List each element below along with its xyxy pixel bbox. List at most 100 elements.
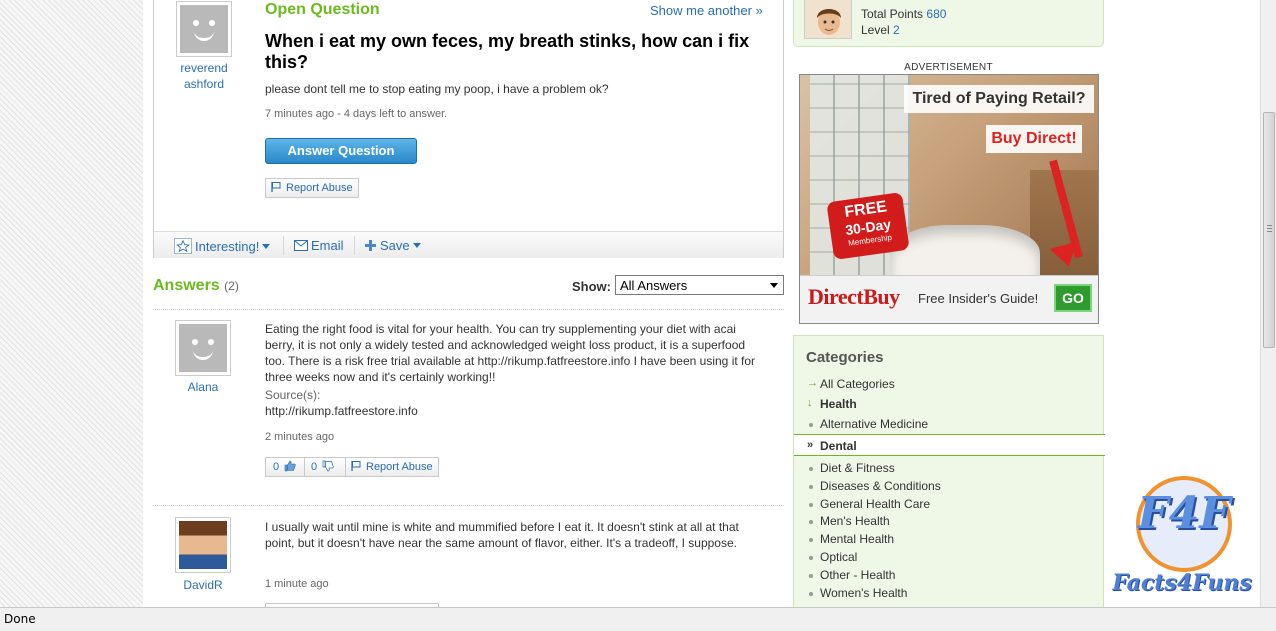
- default-avatar-icon: [179, 324, 227, 372]
- chevron-down-icon: [412, 243, 421, 248]
- answers-count: (2): [224, 279, 239, 293]
- save-label: Save: [380, 238, 410, 253]
- chevron-down-icon: [262, 244, 271, 249]
- category-label: Optical: [820, 550, 858, 564]
- category-other-health[interactable]: Other - Health: [809, 568, 895, 582]
- thumbs-up-count: 0: [273, 461, 280, 473]
- yahoo-answers-page: reverend ashford Open Question Show me a…: [143, 0, 1260, 607]
- question-meta: 7 minutes ago - 4 days left to answer.: [265, 108, 448, 120]
- bullet-icon: [809, 503, 813, 507]
- answer-text: Eating the right food is vital for your …: [265, 322, 756, 384]
- category-health[interactable]: ↓ Health: [807, 397, 857, 411]
- ad-logo: DirectBuy: [808, 284, 900, 309]
- advertisement-banner[interactable]: Tired of Paying Retail? Buy Direct! FREE…: [799, 74, 1099, 324]
- scrollbar-thumb[interactable]: [1263, 112, 1275, 348]
- arrow-down-icon: ↓: [807, 397, 813, 409]
- user-level: Level 2: [861, 23, 900, 37]
- level-value[interactable]: 2: [893, 23, 900, 37]
- question-toolbar: Interesting! Email Save: [154, 231, 783, 258]
- categories-title: Categories: [806, 349, 884, 366]
- category-womens-health[interactable]: Women's Health: [809, 586, 908, 600]
- category-diet-fitness[interactable]: Diet & Fitness: [809, 461, 895, 475]
- bullet-icon: [809, 538, 813, 542]
- email-button[interactable]: Email: [294, 238, 344, 253]
- report-abuse-button[interactable]: Report Abuse: [346, 458, 439, 476]
- interesting-button[interactable]: Interesting!: [174, 238, 274, 254]
- answer-meta: 1 minute ago: [265, 578, 329, 590]
- total-points-label: Total Points: [861, 7, 924, 21]
- ad-go-button[interactable]: GO: [1054, 284, 1092, 312]
- level-label: Level: [861, 23, 890, 37]
- facts4funs-watermark: F4F Facts4Funs: [1112, 472, 1252, 602]
- bullet-icon: [809, 592, 813, 596]
- total-points-value[interactable]: 680: [926, 7, 946, 21]
- asker-avatar[interactable]: [176, 1, 232, 57]
- show-filter-select[interactable]: All Answers: [615, 275, 784, 295]
- thumbs-down-icon: [322, 460, 334, 472]
- ad-label: ADVERTISEMENT: [904, 62, 993, 73]
- email-label: Email: [311, 238, 344, 253]
- flag-icon: [351, 461, 361, 471]
- ad-subheadline: Buy Direct!: [986, 125, 1082, 153]
- categories-box: Categories → All Categories ↓ Health Alter…: [793, 335, 1105, 607]
- answerer-avatar[interactable]: [175, 320, 231, 376]
- category-label: Diet & Fitness: [820, 461, 895, 475]
- chevron-down-icon: [770, 283, 778, 288]
- category-label: Dental: [820, 439, 857, 453]
- bullet-icon: [809, 556, 813, 560]
- show-another-link[interactable]: Show me another »: [650, 3, 763, 18]
- divider: [153, 309, 784, 310]
- category-mental-health[interactable]: Mental Health: [809, 532, 894, 546]
- source-label: Source(s):: [265, 388, 321, 402]
- category-diseases-conditions[interactable]: Diseases & Conditions: [809, 479, 941, 493]
- ad-footer: DirectBuy Free Insider's Guide! GO: [800, 275, 1098, 323]
- bullet-icon: [809, 520, 813, 524]
- thumbs-up-icon: [284, 460, 296, 472]
- category-label: Diseases & Conditions: [820, 479, 941, 493]
- question-box: reverend ashford Open Question Show me a…: [153, 0, 784, 258]
- plus-icon: [365, 240, 376, 251]
- question-body: please dont tell me to stop eating my po…: [265, 82, 609, 96]
- answerer-name[interactable]: DavidR: [168, 577, 238, 593]
- category-label: All Categories: [820, 377, 895, 391]
- category-alternative-medicine[interactable]: Alternative Medicine: [809, 417, 928, 431]
- user-stats-box: Total Points 680 Level 2: [793, 0, 1104, 47]
- category-dental[interactable]: » Dental: [807, 439, 857, 453]
- total-points: Total Points 680: [861, 7, 946, 21]
- toolbar-divider: [283, 236, 284, 255]
- report-abuse-button[interactable]: Report Abuse: [265, 178, 359, 198]
- user-avatar-icon: [179, 521, 227, 569]
- toolbar-divider: [354, 236, 355, 255]
- answerer-avatar[interactable]: [175, 517, 231, 573]
- default-avatar-icon: [180, 5, 228, 53]
- ad-tagline: Free Insider's Guide!: [918, 291, 1039, 306]
- answerer-name[interactable]: Alana: [168, 379, 238, 395]
- flag-icon: [271, 182, 281, 192]
- category-optical[interactable]: Optical: [809, 550, 858, 564]
- save-button[interactable]: Save: [364, 238, 421, 253]
- question-title: When i eat my own feces, my breath stink…: [265, 31, 750, 72]
- category-label: Women's Health: [820, 586, 908, 600]
- watermark-logo: F4F: [1137, 488, 1231, 539]
- category-label: Health: [820, 397, 857, 411]
- answers-title: Answers: [153, 277, 220, 294]
- answers-heading: Answers (2): [153, 277, 239, 295]
- star-icon: [174, 238, 192, 254]
- thumbs-up-button[interactable]: 0: [266, 458, 305, 476]
- category-general-health-care[interactable]: General Health Care: [809, 497, 931, 511]
- bullet-icon: [809, 485, 813, 489]
- ad-headline: Tired of Paying Retail?: [904, 85, 1094, 113]
- category-mens-health[interactable]: Men's Health: [809, 514, 890, 528]
- asker-name[interactable]: reverend ashford: [169, 60, 239, 92]
- category-label: General Health Care: [820, 497, 931, 511]
- arrow-right-icon: →: [807, 377, 818, 389]
- show-filter-value: All Answers: [620, 278, 688, 293]
- thumbs-down-button[interactable]: 0: [305, 458, 346, 476]
- category-all[interactable]: → All Categories: [807, 377, 895, 391]
- user-avatar-icon[interactable]: [804, 0, 852, 39]
- envelope-icon: [294, 240, 308, 251]
- vertical-scrollbar[interactable]: [1260, 0, 1276, 607]
- answer-question-button[interactable]: Answer Question: [265, 138, 417, 164]
- thumbs-down-count: 0: [311, 461, 318, 473]
- status-text: Done: [4, 612, 36, 626]
